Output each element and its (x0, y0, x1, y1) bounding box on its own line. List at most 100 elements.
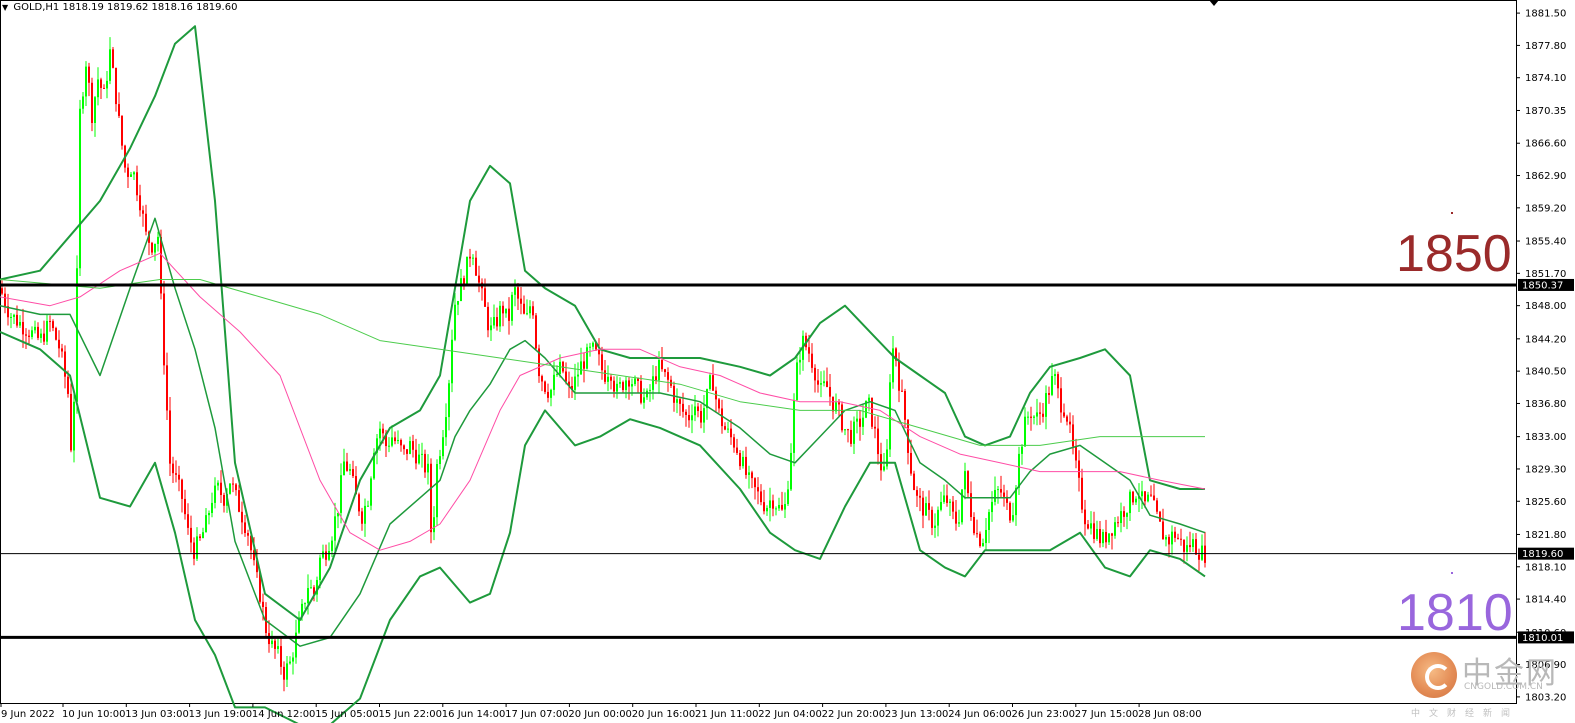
candle-body (370, 478, 372, 506)
candle-body (211, 502, 213, 514)
candle-body (766, 507, 768, 512)
watermark-tagline: 中文财经新闻 (1411, 709, 1520, 719)
candle-body (1093, 523, 1095, 539)
candle-body (364, 505, 366, 524)
candle-body (352, 469, 354, 477)
candle-body (979, 533, 981, 547)
chart-canvas[interactable]: 1881.50 1877.80 1874.10 1870.35 1866.60 1862.… (0, 0, 1575, 723)
candle-body (931, 509, 933, 528)
candle-body (361, 511, 363, 524)
candle-body (28, 335, 30, 337)
candle-body (319, 557, 321, 581)
candle-body (823, 381, 825, 384)
collapse-triangle-icon[interactable]: ▼ (2, 3, 8, 12)
candle-body (217, 482, 219, 486)
candle-body (946, 495, 948, 503)
candle-body (247, 533, 249, 536)
candle-body (763, 502, 765, 512)
candle-body (730, 428, 732, 438)
candle-body (1033, 416, 1035, 418)
candle-body (178, 474, 180, 480)
price-axis-label: 1829.30 (1525, 464, 1566, 475)
candle-body (1180, 538, 1182, 540)
candle-body (103, 87, 105, 89)
candle-body (934, 525, 936, 528)
candle-body (100, 79, 102, 88)
candle-body (529, 306, 531, 314)
candle-body (1042, 413, 1044, 417)
candle-body (1135, 498, 1137, 503)
candle-body (589, 346, 591, 348)
candle-body (544, 381, 546, 392)
candle-body (31, 330, 33, 337)
candle-body (634, 378, 636, 385)
candle-body (982, 543, 984, 547)
candle-body (94, 97, 96, 123)
candle-body (130, 174, 132, 177)
candle-body (34, 326, 36, 331)
candle-body (817, 380, 819, 385)
candle-body (115, 67, 117, 105)
candle-body (610, 376, 612, 381)
shift-marker-icon[interactable] (1209, 0, 1219, 6)
price-axis-label: 1844.20 (1525, 334, 1566, 345)
candle-body (157, 236, 159, 244)
candle-body (592, 342, 594, 347)
plot-area[interactable] (0, 0, 1517, 704)
candle-body (229, 483, 231, 494)
candle-body (1045, 393, 1047, 417)
price-chart[interactable]: 1881.50 1877.80 1874.10 1870.35 1866.60 1862.… (0, 0, 1575, 723)
price-axis-label: 1814.40 (1525, 595, 1566, 606)
candle-body (1075, 446, 1077, 461)
time-axis-label: 20 Jun 00:00 (568, 709, 632, 720)
candle-body (535, 315, 537, 349)
candle-body (43, 333, 45, 342)
candle-body (508, 308, 510, 321)
candle-body (859, 418, 861, 427)
candle-body (985, 529, 987, 544)
candle-body (202, 532, 204, 539)
candle-body (955, 511, 957, 524)
candle-body (943, 495, 945, 502)
candle-body (1150, 494, 1152, 496)
candle-body (334, 516, 336, 541)
candle-body (973, 517, 975, 534)
candle-body (622, 382, 624, 391)
candle-body (328, 550, 330, 560)
candle-body (949, 501, 951, 503)
time-axis-label: 13 Jun 19:00 (189, 709, 253, 720)
level-high-dot (1451, 212, 1453, 214)
candle-body (394, 437, 396, 442)
candle-body (169, 410, 171, 464)
candle-body (1195, 539, 1197, 555)
candle-body (940, 501, 942, 510)
candle-body (292, 657, 294, 662)
candle-body (106, 80, 108, 89)
candle-body (1096, 529, 1098, 539)
candle-body (994, 489, 996, 502)
candle-body (883, 466, 885, 471)
current-price-tag: 1819.60 (1522, 549, 1563, 560)
candle-body (409, 441, 411, 454)
candle-body (46, 320, 48, 342)
time-axis-label: 23 Jun 13:00 (885, 709, 949, 720)
price-axis-label: 1877.80 (1525, 41, 1566, 52)
candle-body (991, 501, 993, 513)
candle-body (391, 437, 393, 446)
candle-body (628, 380, 630, 387)
candle-body (1168, 536, 1170, 545)
level-high-annotation: 1850 (1396, 225, 1512, 283)
time-axis-label: 14 Jun 12:00 (252, 709, 316, 720)
candle-body (583, 361, 585, 369)
candle-body (850, 429, 852, 444)
candle-body (205, 515, 207, 533)
candle-body (760, 491, 762, 503)
candle-body (289, 661, 291, 664)
candle-body (97, 79, 99, 98)
time-axis-label: 20 Jun 16:00 (632, 709, 696, 720)
candle-body (451, 339, 453, 384)
candle-body (877, 428, 879, 455)
time-axis-label: 13 Jun 03:00 (125, 709, 189, 720)
candle-body (73, 401, 75, 451)
candle-body (403, 445, 405, 450)
